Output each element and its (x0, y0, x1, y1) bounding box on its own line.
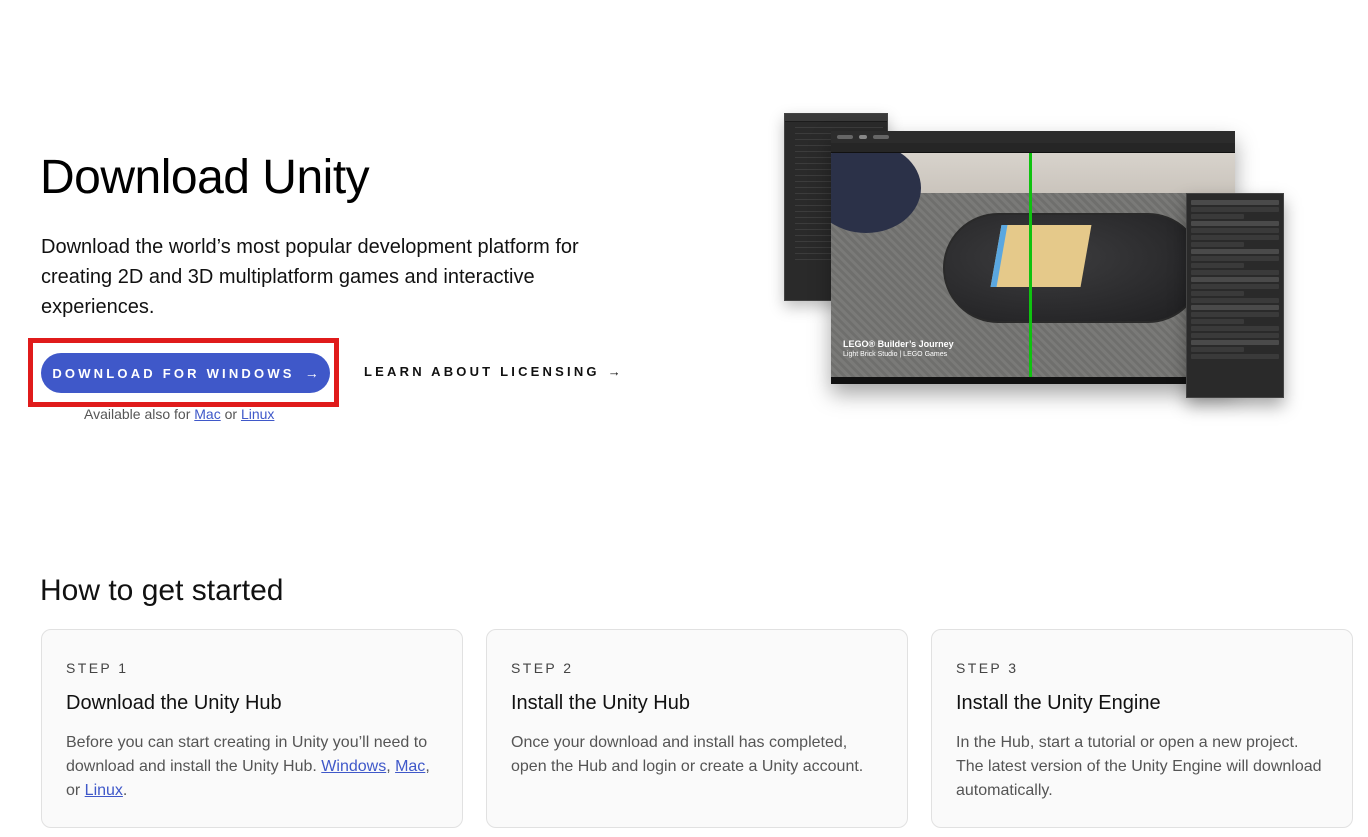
licensing-link-label: LEARN ABOUT LICENSING (364, 364, 600, 379)
caption-title: LEGO® Builder’s Journey (843, 339, 954, 349)
step-label: STEP 1 (66, 660, 129, 676)
linux-link[interactable]: Linux (241, 406, 274, 422)
unity-editor-screenshot: LEGO® Builder’s Journey Light Brick Stud… (784, 113, 1284, 413)
download-windows-button[interactable]: DOWNLOAD FOR WINDOWS → (41, 353, 330, 393)
scene-view-panel: LEGO® Builder’s Journey Light Brick Stud… (831, 131, 1235, 384)
learn-licensing-link[interactable]: LEARN ABOUT LICENSING → (364, 364, 624, 379)
page-title: Download Unity (40, 151, 370, 204)
available-platforms: Available also for Mac or Linux (84, 406, 274, 422)
download-button-label: DOWNLOAD FOR WINDOWS (52, 365, 295, 381)
step-heading: Install the Unity Hub (511, 692, 690, 714)
editor-toolbar (831, 131, 1235, 143)
windows-link[interactable]: Windows (321, 758, 386, 775)
arrow-right-icon: → (607, 364, 624, 379)
inspector-panel (1186, 193, 1284, 398)
mac-link[interactable]: Mac (395, 758, 425, 775)
step-description: In the Hub, start a tutorial or open a n… (956, 734, 1322, 799)
mac-link[interactable]: Mac (194, 406, 220, 422)
how-to-title: How to get started (40, 574, 284, 607)
available-prefix: Available also for (84, 406, 191, 422)
caption-subtitle: Light Brick Studio | LEGO Games (843, 351, 948, 358)
step-heading: Install the Unity Engine (956, 692, 1161, 714)
step-card-3: STEP 3 Install the Unity Engine In the H… (931, 629, 1353, 828)
linux-link[interactable]: Linux (85, 782, 123, 799)
step-card-2: STEP 2 Install the Unity Hub Once your d… (486, 629, 908, 828)
arrow-right-icon: → (304, 365, 319, 381)
step-label: STEP 2 (511, 660, 574, 676)
step-card-1: STEP 1 Download the Unity Hub Before you… (41, 629, 463, 828)
step-description: Before you can start creating in Unity y… (66, 734, 430, 799)
step-label: STEP 3 (956, 660, 1019, 676)
step-heading: Download the Unity Hub (66, 692, 282, 714)
available-or: or (224, 406, 238, 422)
game-scene: LEGO® Builder’s Journey Light Brick Stud… (831, 153, 1235, 377)
step-description: Once your download and install has compl… (511, 734, 864, 775)
hero-subtitle: Download the world’s most popular develo… (41, 236, 579, 318)
scene-caption: LEGO® Builder’s Journey Light Brick Stud… (843, 339, 954, 358)
